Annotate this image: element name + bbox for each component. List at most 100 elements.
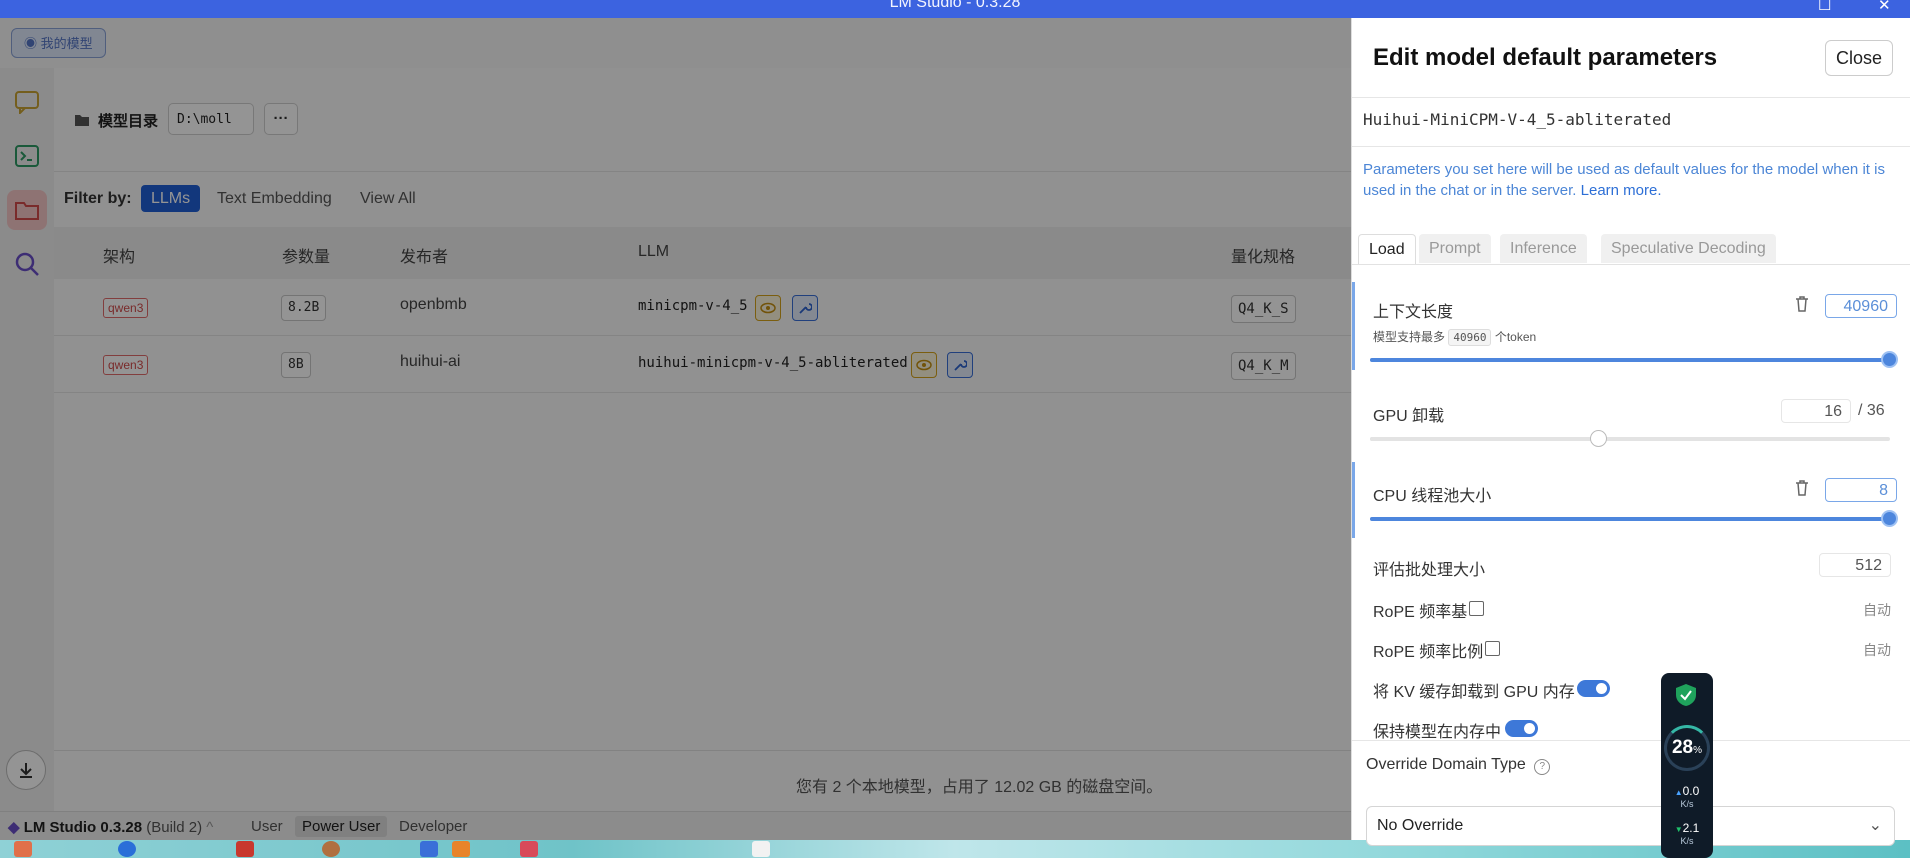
params-badge: 8B xyxy=(281,352,311,378)
tool-use-icon xyxy=(792,295,818,321)
disk-usage-summary: 您有 2 个本地模型，占用了 12.02 GB 的磁盘空间。 xyxy=(796,779,1163,796)
edit-params-panel: Edit model default parameters Close Huih… xyxy=(1351,18,1910,846)
kv-offload-toggle[interactable] xyxy=(1577,680,1610,697)
cpu-usage-percent: 28% xyxy=(1672,737,1702,759)
param-keep-in-memory: 保持模型在内存中 xyxy=(1352,710,1910,744)
top-bar: ◉ 我的模型 xyxy=(0,18,1351,69)
chevron-up-icon[interactable]: ^ xyxy=(206,819,213,836)
cpu-percent-value: 28 xyxy=(1671,737,1694,758)
upload-rate-value: 0.0 xyxy=(1682,784,1700,798)
cpu-threads-input[interactable]: 8 xyxy=(1825,478,1897,502)
llm-name: minicpm-v-4_5 xyxy=(638,298,748,314)
vision-icon xyxy=(755,295,781,321)
tab-speculative-decoding[interactable]: Speculative Decoding xyxy=(1601,234,1776,263)
taskbar-app-icon[interactable] xyxy=(520,841,538,857)
divider xyxy=(1352,740,1910,741)
models-dir-more-button[interactable]: ··· xyxy=(264,103,298,135)
kv-offload-label: 将 KV 缓存卸载到 GPU 内存 xyxy=(1373,684,1575,701)
nav-my-models[interactable] xyxy=(7,190,47,230)
mode-developer[interactable]: Developer xyxy=(392,816,474,837)
gpu-offload-slider[interactable] xyxy=(1370,430,1890,447)
close-button[interactable]: Close xyxy=(1825,40,1893,76)
table-header: 架构 参数量 发布者 LLM 量化规格 xyxy=(54,227,1351,279)
param-kv-offload: 将 KV 缓存卸载到 GPU 内存 xyxy=(1352,670,1910,704)
help-icon[interactable]: ? xyxy=(1534,759,1551,775)
table-row[interactable]: qwen3 8.2B openbmb minicpm-v-4_5 Q4_K_S xyxy=(54,279,1351,336)
gpu-offload-slider-knob[interactable] xyxy=(1589,430,1607,447)
filter-chip-text-embedding[interactable]: Text Embedding xyxy=(207,185,342,212)
taskbar-app-icon[interactable] xyxy=(118,841,136,857)
divider xyxy=(1352,146,1910,147)
context-length-slider-knob[interactable] xyxy=(1881,351,1898,368)
gpu-offload-label: GPU 卸载 xyxy=(1373,408,1445,425)
rope-scale-auto: 自动 xyxy=(1863,642,1891,658)
models-dir-label-wrap: 模型目录 xyxy=(74,110,158,131)
params-badge: 8.2B xyxy=(281,295,327,321)
col-llm[interactable]: LLM xyxy=(638,243,669,261)
col-params[interactable]: 参数量 xyxy=(282,243,330,267)
taskbar-app-icon[interactable] xyxy=(420,841,438,857)
eval-batch-input[interactable]: 512 xyxy=(1819,553,1891,577)
rope-base-checkbox[interactable] xyxy=(1469,601,1484,616)
context-length-slider[interactable] xyxy=(1370,351,1898,368)
download-rate-value: 2.1 xyxy=(1682,821,1700,835)
models-dir-label: 模型目录 xyxy=(98,113,159,130)
chat-icon xyxy=(15,91,39,114)
models-main: 模型目录 D:\moll ··· Filter by: LLMs Text Em… xyxy=(54,68,1351,841)
taskbar-app-icon[interactable] xyxy=(752,841,770,857)
cpu-threads-label: CPU 线程池大小 xyxy=(1373,488,1492,505)
rope-base-auto: 自动 xyxy=(1863,602,1891,618)
arrow-down-icon: ▼ xyxy=(1674,825,1683,834)
mode-user[interactable]: User xyxy=(244,816,290,837)
table-row[interactable]: qwen3 8B huihui-ai huihui-minicpm-v-4_5-… xyxy=(54,336,1351,393)
gpu-offload-max: / 36 xyxy=(1858,402,1885,419)
models-table: 架构 参数量 发布者 LLM 量化规格 qwen3 8.2B openbmb m… xyxy=(54,227,1351,393)
upload-rate: ▲0.0 xyxy=(1661,784,1713,798)
col-publisher[interactable]: 发布者 xyxy=(400,243,448,267)
robot-icon: ◉ xyxy=(24,36,38,51)
param-gpu-offload: GPU 卸载 16 / 36 xyxy=(1352,390,1910,460)
terminal-icon xyxy=(15,145,39,167)
nav-developer[interactable] xyxy=(7,136,47,176)
lmstudio-logo-icon: ◆ xyxy=(8,819,20,836)
keep-in-memory-toggle[interactable] xyxy=(1505,720,1538,737)
search-icon xyxy=(15,252,39,276)
downloads-button[interactable] xyxy=(6,750,46,790)
context-length-input[interactable]: 40960 xyxy=(1825,294,1897,318)
taskbar-app-icon[interactable] xyxy=(322,841,340,857)
maximize-icon[interactable]: ☐ xyxy=(1818,0,1831,14)
tab-inference[interactable]: Inference xyxy=(1500,234,1587,263)
my-models-button[interactable]: ◉ 我的模型 xyxy=(11,28,106,58)
tab-prompt[interactable]: Prompt xyxy=(1419,234,1491,263)
filter-chip-view-all[interactable]: View All xyxy=(350,185,426,212)
nav-search[interactable] xyxy=(7,244,47,284)
system-monitor-widget[interactable]: 28% ▲0.0 K/s ▼2.1 K/s xyxy=(1661,673,1713,858)
trash-icon[interactable] xyxy=(1795,480,1809,500)
col-arch[interactable]: 架构 xyxy=(103,243,135,267)
nav-chat[interactable] xyxy=(7,82,47,122)
trash-icon[interactable] xyxy=(1795,296,1809,316)
filter-chip-llms[interactable]: LLMs xyxy=(141,185,201,212)
override-domain-label: Override Domain Type xyxy=(1366,756,1526,773)
context-length-hint: 模型支持最多 40960 个token xyxy=(1373,328,1536,346)
taskbar-app-icon[interactable] xyxy=(14,841,32,857)
rope-scale-checkbox[interactable] xyxy=(1485,641,1500,656)
models-dir-path[interactable]: D:\moll xyxy=(168,103,254,135)
status-app-name: LM Studio 0.3.28 xyxy=(23,819,143,836)
learn-more-link[interactable]: Learn more. xyxy=(1581,182,1662,199)
taskbar-app-icon[interactable] xyxy=(236,841,254,857)
gpu-offload-input[interactable]: 16 xyxy=(1781,399,1851,423)
override-domain-select[interactable]: No Override ⌄ xyxy=(1366,806,1895,846)
col-quant[interactable]: 量化规格 xyxy=(1231,243,1295,267)
mode-power-user[interactable]: Power User xyxy=(295,816,388,837)
close-window-icon[interactable]: ✕ xyxy=(1878,0,1891,14)
taskbar-app-icon[interactable] xyxy=(452,841,470,857)
cpu-threads-slider-knob[interactable] xyxy=(1881,510,1898,527)
cpu-threads-slider[interactable] xyxy=(1370,510,1898,527)
my-models-label: 我的模型 xyxy=(40,36,93,51)
arch-badge: qwen3 xyxy=(103,298,149,318)
arch-badge: qwen3 xyxy=(103,355,149,375)
tab-load[interactable]: Load xyxy=(1358,234,1416,264)
param-rope-scale: RoPE 频率比例 自动 xyxy=(1352,630,1910,664)
left-nav xyxy=(0,68,55,840)
